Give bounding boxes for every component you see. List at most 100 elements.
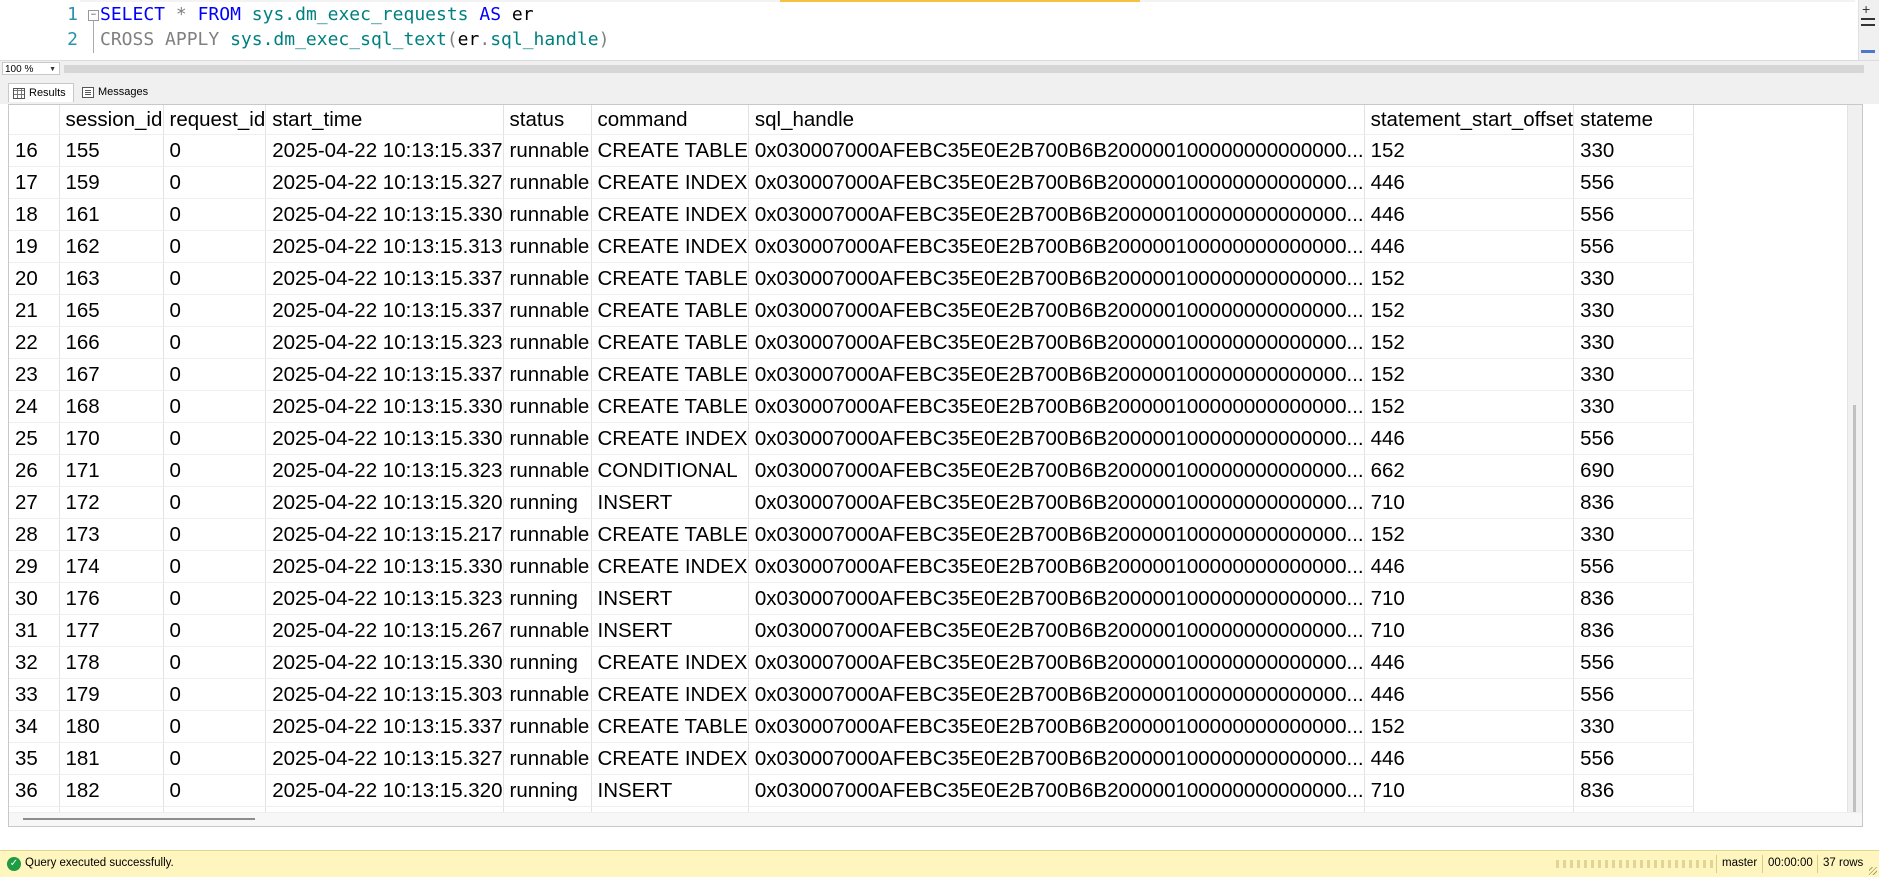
grid-cell[interactable]: 2025-04-22 10:13:15.267 [265,614,504,647]
grid-cell[interactable]: 179 [59,678,164,711]
column-header[interactable]: request_id [163,105,267,135]
grid-cell[interactable]: runnable [503,710,592,743]
grid-cell[interactable]: 152 [1364,134,1575,167]
grid-cell[interactable]: 162 [59,230,164,263]
table-row[interactable]: 32 178 0 2025-04-22 10:13:15.330 running CREA… [9,646,1695,679]
grid-cell[interactable]: 0 [163,422,267,455]
grid-cell[interactable]: 446 [1364,742,1575,775]
grid-cell[interactable]: 155 [59,134,164,167]
row-number-cell[interactable]: 20 [9,262,60,295]
grid-cell[interactable]: CREATE TABLE [591,518,749,551]
grid-cell[interactable]: 0x030007000AFEBC35E0E2B700B6B20000010000… [748,390,1365,423]
table-row[interactable]: 34 180 0 2025-04-22 10:13:15.337 runnable CRE… [9,710,1695,743]
row-number-cell[interactable]: 27 [9,486,60,519]
grid-cell[interactable]: 0x030007000AFEBC35E0E2B700B6B20000010000… [748,358,1365,391]
grid-cell[interactable]: CONDITIONAL [591,454,749,487]
editor-horizontal-scrollbar[interactable] [64,65,1864,73]
grid-cell[interactable]: 0x030007000AFEBC35E0E2B700B6B20000010000… [748,550,1365,583]
grid-cell[interactable]: INSERT [591,486,749,519]
grid-cell[interactable]: 152 [1364,518,1575,551]
tab-messages[interactable]: Messages [78,83,158,102]
grid-cell[interactable]: 173 [59,518,164,551]
grid-cell[interactable]: runnable [503,550,592,583]
row-number-cell[interactable]: 16 [9,134,60,167]
grid-cell[interactable]: 0 [163,614,267,647]
grid-cell[interactable]: 556 [1573,742,1695,775]
grid-cell[interactable]: 152 [1364,294,1575,327]
split-icon[interactable] [1861,18,1875,26]
grid-cell[interactable]: runnable [503,198,592,231]
grid-cell[interactable]: INSERT [591,614,749,647]
grid-cell[interactable]: 0x030007000AFEBC35E0E2B700B6B20000010000… [748,166,1365,199]
table-row[interactable]: 16 155 0 2025-04-22 10:13:15.337 runnable CRE… [9,134,1695,167]
grid-cell[interactable]: 2025-04-22 10:13:15.330 [265,390,504,423]
grid-cell[interactable]: 177 [59,614,164,647]
grid-cell[interactable]: runnable [503,166,592,199]
column-header[interactable]: status [503,105,592,135]
grid-cell[interactable]: 0 [163,230,267,263]
grid-cell[interactable]: runnable [503,262,592,295]
grid-cell[interactable]: 181 [59,742,164,775]
grid-cell[interactable]: 710 [1364,486,1575,519]
grid-cell[interactable]: 556 [1573,550,1695,583]
grid-cell[interactable]: 0 [163,518,267,551]
grid-cell[interactable]: 174 [59,550,164,583]
grid-cell[interactable]: runnable [503,134,592,167]
grid-cell[interactable]: 0x030007000AFEBC35E0E2B700B6B20000010000… [748,262,1365,295]
table-row[interactable]: 29 174 0 2025-04-22 10:13:15.330 runnable CRE… [9,550,1695,583]
row-number-cell[interactable]: 31 [9,614,60,647]
grid-cell[interactable]: CREATE INDEX [591,742,749,775]
row-number-cell[interactable]: 34 [9,710,60,743]
grid-vertical-scroll-thumb[interactable] [1853,405,1856,825]
table-row[interactable]: 25 170 0 2025-04-22 10:13:15.330 runnable CRE… [9,422,1695,455]
grid-vertical-scrollbar[interactable] [1847,105,1862,826]
grid-cell[interactable]: runnable [503,742,592,775]
grid-cell[interactable]: 172 [59,486,164,519]
grid-cell[interactable]: CREATE TABLE [591,710,749,743]
table-row[interactable]: 24 168 0 2025-04-22 10:13:15.330 runnable CRE… [9,390,1695,423]
row-number-cell[interactable]: 17 [9,166,60,199]
grid-cell[interactable]: 2025-04-22 10:13:15.337 [265,358,504,391]
grid-cell[interactable]: runnable [503,326,592,359]
grid-cell[interactable]: 176 [59,582,164,615]
grid-cell[interactable]: 182 [59,774,164,807]
row-number-cell[interactable]: 22 [9,326,60,359]
grid-cell[interactable]: 180 [59,710,164,743]
grid-cell[interactable]: 2025-04-22 10:13:15.330 [265,550,504,583]
grid-cell[interactable]: 0x030007000AFEBC35E0E2B700B6B20000010000… [748,422,1365,455]
grid-cell[interactable]: 0x030007000AFEBC35E0E2B700B6B20000010000… [748,742,1365,775]
grid-cell[interactable]: 330 [1573,294,1695,327]
grid-cell[interactable]: runnable [503,390,592,423]
grid-cell[interactable]: 0 [163,678,267,711]
grid-cell[interactable]: 0x030007000AFEBC35E0E2B700B6B20000010000… [748,198,1365,231]
grid-cell[interactable]: 0 [163,742,267,775]
grid-cell[interactable]: 168 [59,390,164,423]
grid-cell[interactable]: 152 [1364,710,1575,743]
table-row[interactable]: 17 159 0 2025-04-22 10:13:15.327 runnable CRE… [9,166,1695,199]
row-number-cell[interactable]: 18 [9,198,60,231]
grid-cell[interactable]: 0x030007000AFEBC35E0E2B700B6B20000010000… [748,134,1365,167]
grid-cell[interactable]: 167 [59,358,164,391]
row-number-cell[interactable]: 25 [9,422,60,455]
column-header[interactable]: statement_start_offset [1364,105,1575,135]
grid-cell[interactable]: 446 [1364,646,1575,679]
grid-cell[interactable]: 446 [1364,166,1575,199]
grid-cell[interactable]: 0x030007000AFEBC35E0E2B700B6B20000010000… [748,326,1365,359]
grid-cell[interactable]: CREATE TABLE [591,390,749,423]
grid-cell[interactable]: CREATE INDEX [591,422,749,455]
row-number-cell[interactable]: 19 [9,230,60,263]
row-number-cell[interactable]: 30 [9,582,60,615]
grid-cell[interactable]: 2025-04-22 10:13:15.327 [265,166,504,199]
table-row[interactable]: 36 182 0 2025-04-22 10:13:15.320 running INSE… [9,774,1695,807]
row-number-cell[interactable]: 23 [9,358,60,391]
grid-cell[interactable]: CREATE TABLE [591,262,749,295]
grid-cell[interactable]: CREATE INDEX [591,230,749,263]
grid-cell[interactable]: 446 [1364,198,1575,231]
grid-cell[interactable]: runnable [503,614,592,647]
grid-cell[interactable]: 556 [1573,422,1695,455]
grid-cell[interactable]: 165 [59,294,164,327]
grid-cell[interactable]: CREATE INDEX [591,198,749,231]
grid-cell[interactable]: runnable [503,678,592,711]
grid-cell[interactable]: 2025-04-22 10:13:15.323 [265,326,504,359]
grid-cell[interactable]: 166 [59,326,164,359]
